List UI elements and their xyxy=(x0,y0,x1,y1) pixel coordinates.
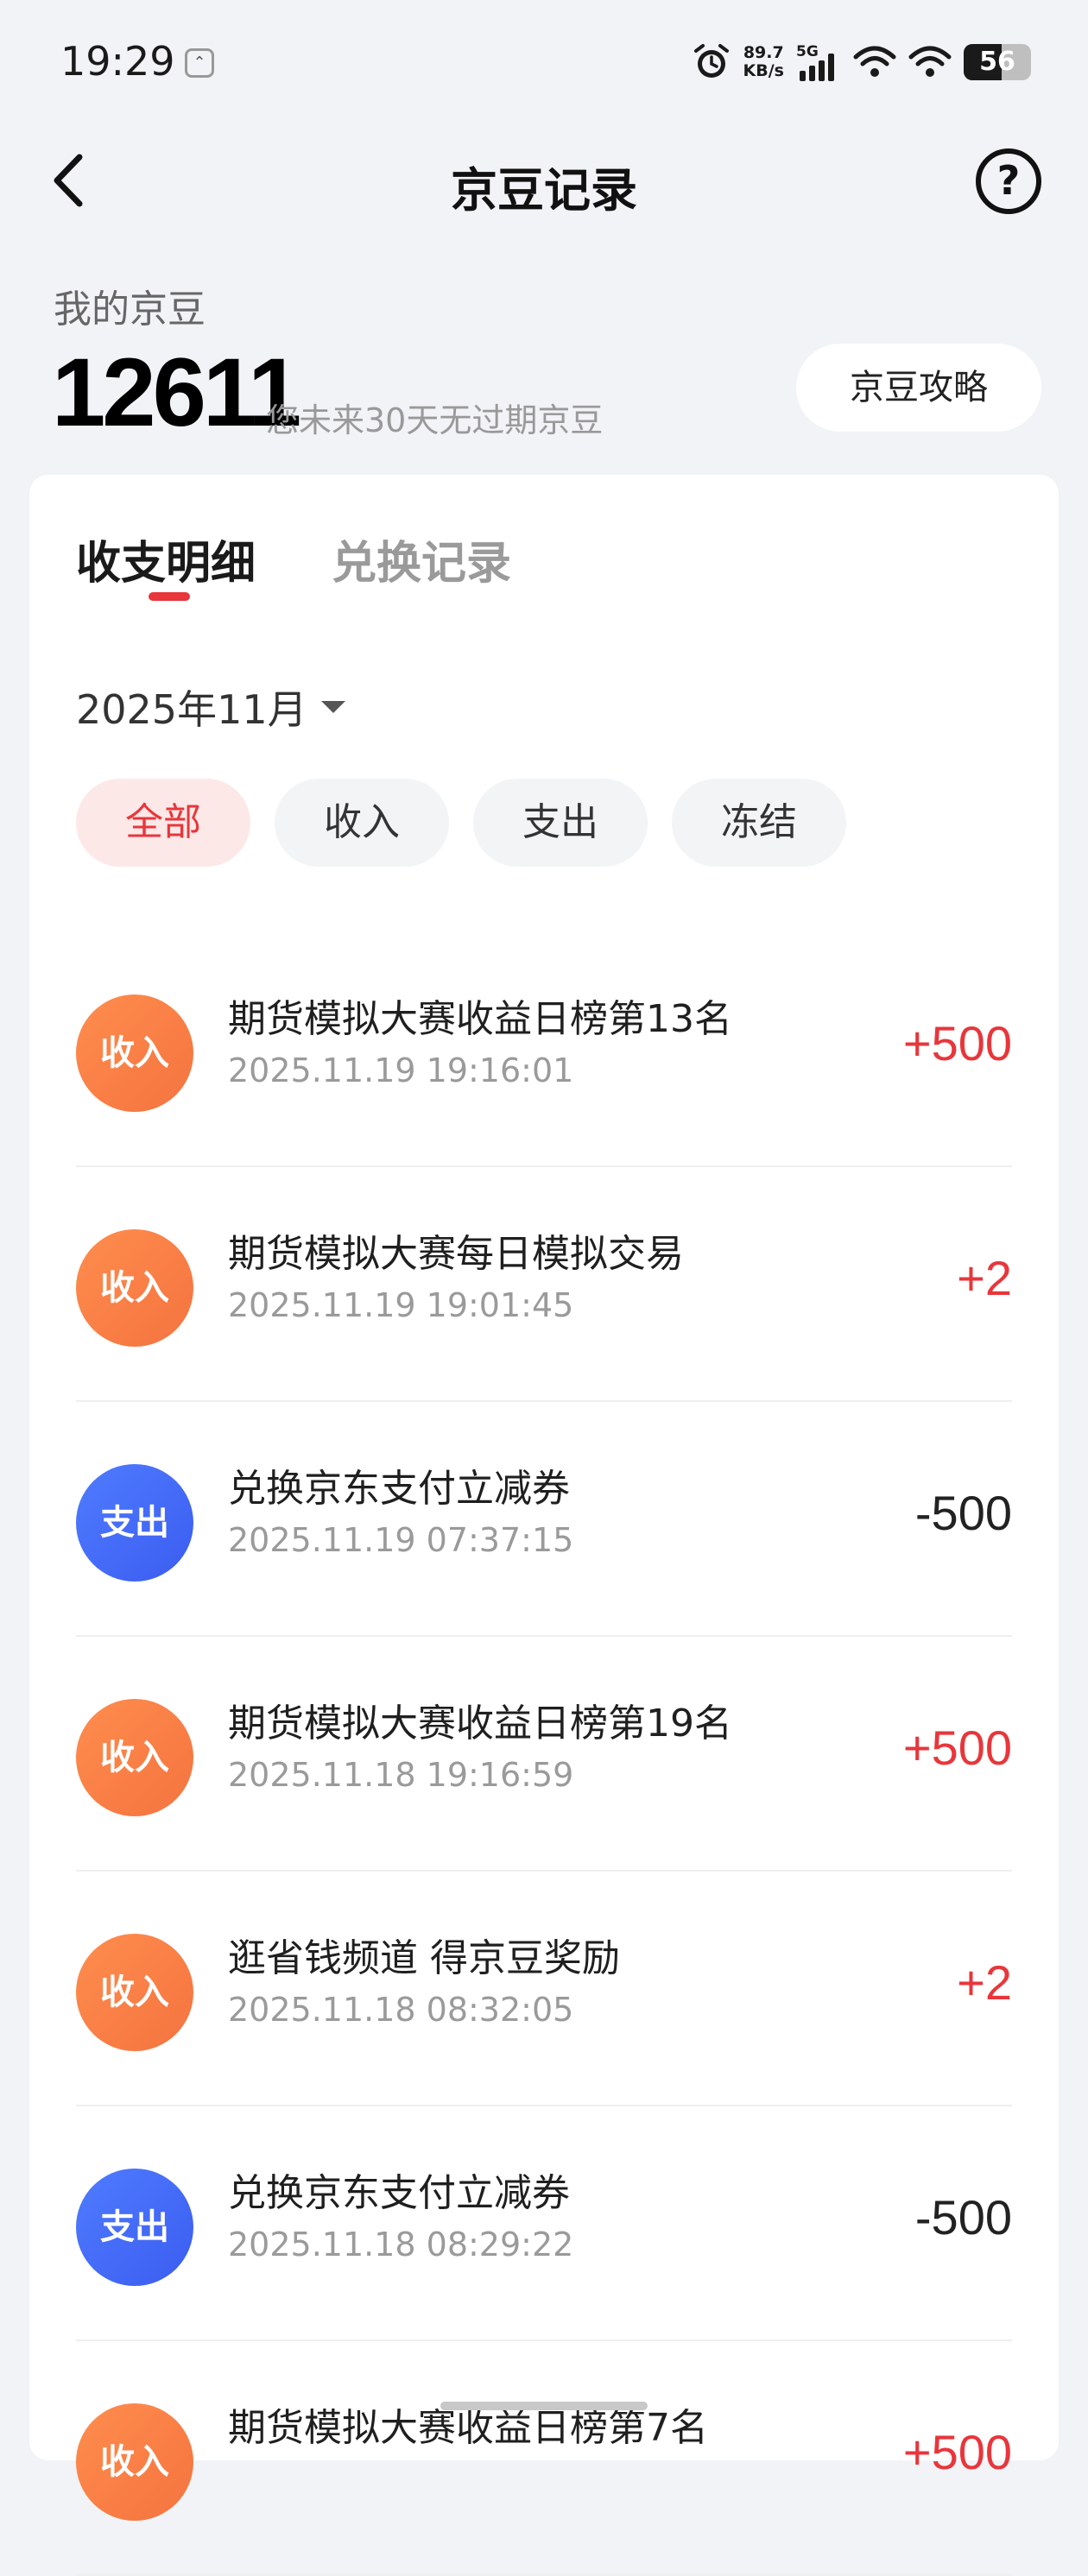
record-title: 期货模拟大赛每日模拟交易 xyxy=(228,1232,684,1276)
net-speed: 89.7 KB/s xyxy=(743,44,784,80)
battery-level: 56 xyxy=(979,47,1015,77)
beans-count: 12611 xyxy=(52,338,301,446)
record-time: 2025.11.18 08:32:05 xyxy=(228,1991,574,2029)
filter-all[interactable]: 全部 xyxy=(76,779,250,867)
income-badge: 收入 xyxy=(76,2403,193,2521)
list-item[interactable]: 支出 兑换京东支付立减券 2025.11.19 07:37:15 -500 xyxy=(76,1402,1012,1637)
battery-icon: 56 xyxy=(964,44,1031,80)
record-time: 2025.11.18 08:29:22 xyxy=(228,2226,574,2263)
net-speed-unit: KB/s xyxy=(743,61,784,80)
record-title: 逛省钱频道 得京豆奖励 xyxy=(228,1936,620,1980)
record-amount: +500 xyxy=(902,1016,1012,1070)
wifi-icon-2 xyxy=(908,46,952,77)
record-amount: +500 xyxy=(902,2425,1012,2479)
alarm-icon xyxy=(693,44,729,78)
income-badge: 收入 xyxy=(76,1699,193,1816)
notification-icon: ⌃ xyxy=(185,48,214,78)
record-title: 兑换京东支付立减券 xyxy=(228,1467,570,1511)
expense-badge: 支出 xyxy=(76,2169,193,2286)
cell-signal-icon: 5G xyxy=(796,43,841,81)
list-item[interactable]: 收入 逛省钱频道 得京豆奖励 2025.11.18 08:32:05 +2 xyxy=(76,1872,1012,2106)
record-time: 2025.11.19 07:37:15 xyxy=(228,1521,574,1559)
record-title: 兑换京东支付立减券 xyxy=(228,2171,570,2215)
month-label: 2025年11月 xyxy=(76,686,307,733)
list-item[interactable]: 收入 期货模拟大赛每日模拟交易 2025.11.19 19:01:45 +2 xyxy=(76,1167,1012,1402)
guide-button[interactable]: 京豆攻略 xyxy=(796,344,1041,432)
income-badge: 收入 xyxy=(76,994,193,1112)
status-icons: 89.7 KB/s 5G 56 xyxy=(692,36,1031,88)
records-list: 收入 期货模拟大赛收益日榜第13名 2025.11.19 19:16:01 +5… xyxy=(76,932,1012,2576)
expense-badge: 支出 xyxy=(76,1464,193,1582)
list-item[interactable]: 收入 期货模拟大赛收益日榜第7名 +500 xyxy=(76,2341,1012,2576)
record-amount: +2 xyxy=(957,1251,1012,1305)
page-title: 京豆记录 xyxy=(451,163,637,218)
record-time: 2025.11.19 19:01:45 xyxy=(228,1286,574,1324)
help-button[interactable]: ? xyxy=(976,148,1041,214)
net-speed-value: 89.7 xyxy=(743,43,784,62)
beans-label: 我的京豆 xyxy=(54,287,206,331)
list-item[interactable]: 收入 期货模拟大赛收益日榜第19名 2025.11.18 19:16:59 +5… xyxy=(76,1637,1012,1872)
month-selector[interactable]: 2025年11月 xyxy=(76,679,345,736)
record-amount: -500 xyxy=(914,1486,1012,1540)
record-time: 2025.11.18 19:16:59 xyxy=(228,1756,574,1794)
tab-exchange-records[interactable]: 兑换记录 xyxy=(332,527,511,591)
income-badge: 收入 xyxy=(76,1934,193,2051)
record-time: 2025.11.19 19:16:01 xyxy=(228,1051,574,1089)
filter-chips: 全部 收入 支出 冻结 xyxy=(76,779,846,867)
records-card: 收支明细 兑换记录 2025年11月 全部 收入 支出 冻结 收入 期货模拟大赛… xyxy=(29,475,1059,2576)
filter-expense[interactable]: 支出 xyxy=(473,779,648,867)
status-bar: 19:29 ⌃ 89.7 KB/s 5G 56 xyxy=(0,0,1088,129)
record-title: 期货模拟大赛收益日榜第19名 xyxy=(228,1702,732,1746)
caret-down-icon xyxy=(320,701,345,713)
filter-frozen[interactable]: 冻结 xyxy=(672,779,846,867)
tab-income-expense[interactable]: 收支明细 xyxy=(76,527,256,591)
expire-note: 您未来30天无过期京豆 xyxy=(266,401,604,439)
tab-underline xyxy=(149,592,190,601)
wifi-icon xyxy=(853,46,896,77)
nav-bar: 京豆记录 ? xyxy=(0,138,1088,224)
filter-income[interactable]: 收入 xyxy=(275,779,449,867)
status-time: 19:29 xyxy=(60,38,175,85)
record-title: 期货模拟大赛收益日榜第13名 xyxy=(228,997,732,1041)
home-indicator[interactable] xyxy=(440,2402,648,2410)
record-amount: -500 xyxy=(914,2190,1012,2245)
record-amount: +2 xyxy=(957,1955,1012,2010)
list-item[interactable]: 支出 兑换京东支付立减券 2025.11.18 08:29:22 -500 xyxy=(76,2106,1012,2341)
list-item[interactable]: 收入 期货模拟大赛收益日榜第13名 2025.11.19 19:16:01 +5… xyxy=(76,932,1012,1167)
income-badge: 收入 xyxy=(76,1229,193,1347)
record-amount: +500 xyxy=(902,1720,1012,1775)
